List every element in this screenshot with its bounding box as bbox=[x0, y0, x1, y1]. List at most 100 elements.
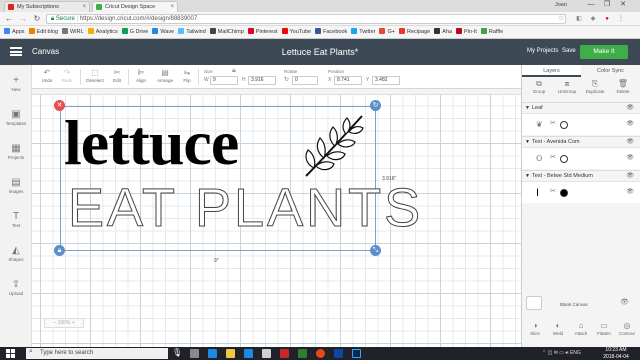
tool-new[interactable]: + New bbox=[0, 75, 32, 93]
language-indicator[interactable]: ENG bbox=[570, 350, 581, 356]
bookmark-item[interactable]: Analytics bbox=[87, 26, 118, 38]
bookmark-item[interactable]: Facebook bbox=[315, 26, 347, 38]
tool-projects[interactable]: ▦ Projects bbox=[0, 143, 32, 161]
layer-group-header[interactable]: ▼ Text - Avenida Com 👁︎ bbox=[522, 136, 640, 147]
slice-button[interactable]: ◑ Slice bbox=[524, 321, 546, 337]
file-explorer-icon[interactable] bbox=[226, 349, 235, 358]
ungroup-button[interactable]: ⧈ UnGroup bbox=[554, 79, 580, 95]
blank-canvas-swatch[interactable] bbox=[526, 296, 542, 310]
lock-icon[interactable]: 🔒︎ bbox=[232, 67, 236, 75]
eat-plants-text-layer[interactable]: EAT PLANTS bbox=[67, 176, 423, 240]
tab-cricut-design-space[interactable]: Cricut Design Space × bbox=[92, 1, 178, 12]
cut-scissors-icon[interactable]: ✂ bbox=[550, 153, 556, 161]
store-icon[interactable] bbox=[244, 349, 253, 358]
extension-icon[interactable]: ◆ bbox=[588, 14, 598, 24]
bookmark-item[interactable]: WIRL bbox=[61, 26, 84, 38]
reload-icon[interactable]: ↻ bbox=[32, 14, 42, 24]
word-icon[interactable] bbox=[334, 349, 343, 358]
delete-button[interactable]: 🗑 Delete bbox=[610, 79, 636, 95]
pinterest-icon[interactable]: ● bbox=[602, 14, 612, 24]
url-input[interactable]: 🔒︎ Secure | https://design.cricut.com/#/… bbox=[46, 14, 566, 24]
weld-button[interactable]: ◐ Weld bbox=[547, 321, 569, 337]
deselect-button[interactable]: ⬚ Deselect bbox=[82, 68, 108, 84]
microphone-icon[interactable]: 🎙︎ bbox=[172, 348, 182, 357]
layer-color-swatch[interactable] bbox=[560, 189, 568, 197]
layer-group-header[interactable]: ▼ Leaf 👁︎ bbox=[522, 102, 640, 113]
layer-row[interactable]: I ✂ 👁︎ bbox=[522, 181, 640, 203]
bookmark-item[interactable]: Aha bbox=[434, 26, 452, 38]
contour-button[interactable]: ◎ Contour bbox=[616, 321, 638, 337]
leaf-graphic[interactable] bbox=[302, 112, 368, 180]
clock[interactable]: 10:23 AM 2018-04-04 bbox=[596, 347, 636, 360]
attach-button[interactable]: ⌂ Attach bbox=[570, 321, 592, 337]
tool-images[interactable]: ▤ Images bbox=[0, 177, 32, 195]
eye-icon[interactable]: 👁︎ bbox=[626, 154, 634, 161]
close-icon[interactable]: × bbox=[170, 2, 174, 12]
flip-button[interactable]: ⇋ Flip bbox=[176, 68, 198, 84]
layer-row[interactable]: ꓳ ✂ 👁︎ bbox=[522, 147, 640, 169]
layer-row[interactable]: ❦ ✂ 👁︎ bbox=[522, 113, 640, 135]
mcafee-icon[interactable] bbox=[280, 349, 289, 358]
close-window-icon[interactable]: ✕ bbox=[616, 0, 630, 10]
delete-handle-icon[interactable]: ✕ bbox=[54, 100, 65, 111]
layer-group-header[interactable]: ▼ Text - Belwe Std Medium 👁︎ bbox=[522, 170, 640, 181]
bookmark-item[interactable]: G Drive bbox=[121, 26, 148, 38]
cut-scissors-icon[interactable]: ✂ bbox=[550, 187, 556, 195]
bookmark-item[interactable]: Recipage bbox=[398, 26, 430, 38]
menu-icon[interactable]: ⋮ bbox=[616, 14, 626, 24]
zoom-control[interactable]: − 100% + bbox=[44, 318, 84, 328]
windows-start-icon[interactable] bbox=[6, 349, 15, 358]
layer-color-swatch[interactable] bbox=[560, 155, 568, 163]
bookmark-item[interactable]: G+ bbox=[379, 26, 395, 38]
bookmark-item[interactable]: MailChimp bbox=[209, 26, 244, 38]
duplicate-button[interactable]: ⎘ Duplicate bbox=[582, 79, 608, 95]
tab-my-subscriptions[interactable]: My Subscriptions × bbox=[4, 1, 90, 12]
eye-icon[interactable]: 👁︎ bbox=[626, 120, 634, 127]
extension-icon[interactable]: ◧ bbox=[574, 14, 584, 24]
my-projects-link[interactable]: My Projects bbox=[527, 48, 558, 54]
close-icon[interactable]: × bbox=[82, 2, 86, 12]
height-field[interactable]: 3.916 bbox=[248, 76, 276, 85]
resize-handle-icon[interactable]: ⤡ bbox=[370, 245, 381, 256]
flatten-button[interactable]: ▭ Flatten bbox=[593, 321, 615, 337]
bookmark-item[interactable]: Raffle bbox=[480, 26, 503, 38]
tab-color-sync[interactable]: Color Sync bbox=[581, 65, 640, 77]
profile-name[interactable]: Joan bbox=[555, 1, 567, 10]
y-position-field[interactable]: 3.482 bbox=[372, 76, 400, 85]
layer-color-swatch[interactable] bbox=[560, 121, 568, 129]
lettuce-text-layer[interactable]: lettuce bbox=[64, 108, 239, 178]
cut-scissors-icon[interactable]: ✂ bbox=[550, 119, 556, 127]
undo-button[interactable]: ↶ Undo bbox=[36, 68, 58, 84]
rotate-handle-icon[interactable]: ↻ bbox=[370, 100, 381, 111]
edit-button[interactable]: ✂ Edit bbox=[106, 68, 128, 84]
tool-upload[interactable]: ⇪ Upload bbox=[0, 279, 32, 297]
mail-icon[interactable] bbox=[262, 349, 271, 358]
rotate-field[interactable]: 0 bbox=[292, 76, 318, 85]
arrange-button[interactable]: ▤ Arrange bbox=[152, 68, 178, 84]
bookmark-item[interactable]: Apps bbox=[4, 26, 25, 38]
eye-icon[interactable]: 👁︎ bbox=[626, 188, 634, 195]
bookmark-item[interactable]: YouTube bbox=[281, 26, 311, 38]
eye-icon[interactable]: 👁︎ bbox=[620, 298, 629, 306]
tool-templates[interactable]: ▣ Templates bbox=[0, 109, 32, 127]
width-field[interactable]: 9 bbox=[210, 76, 238, 85]
bookmark-item[interactable]: Wave bbox=[152, 26, 174, 38]
bookmark-item[interactable]: Twitter bbox=[351, 26, 375, 38]
bookmark-item[interactable]: Edit blog bbox=[28, 26, 58, 38]
group-button[interactable]: ⧉ Group bbox=[526, 79, 552, 95]
x-position-field[interactable]: 8.741 bbox=[334, 76, 362, 85]
bookmark-item[interactable]: Pin-It bbox=[456, 26, 477, 38]
bookmark-item[interactable]: Pinterest bbox=[247, 26, 278, 38]
forward-icon[interactable]: → bbox=[18, 14, 28, 24]
align-button[interactable]: ⊫ Align bbox=[130, 68, 152, 84]
maximize-icon[interactable]: ❐ bbox=[600, 0, 614, 10]
star-icon[interactable]: ☆ bbox=[556, 14, 566, 24]
task-view-icon[interactable] bbox=[190, 349, 199, 358]
make-it-button[interactable]: Make It bbox=[580, 45, 628, 59]
back-icon[interactable]: ← bbox=[4, 14, 14, 24]
tab-layers[interactable]: Layers bbox=[522, 65, 581, 77]
taskbar-search-input[interactable]: Type here to search bbox=[26, 348, 168, 359]
minimize-icon[interactable]: — bbox=[584, 0, 598, 10]
lock-handle-icon[interactable]: 🔒︎ bbox=[54, 245, 65, 256]
sheets-icon[interactable] bbox=[298, 349, 307, 358]
